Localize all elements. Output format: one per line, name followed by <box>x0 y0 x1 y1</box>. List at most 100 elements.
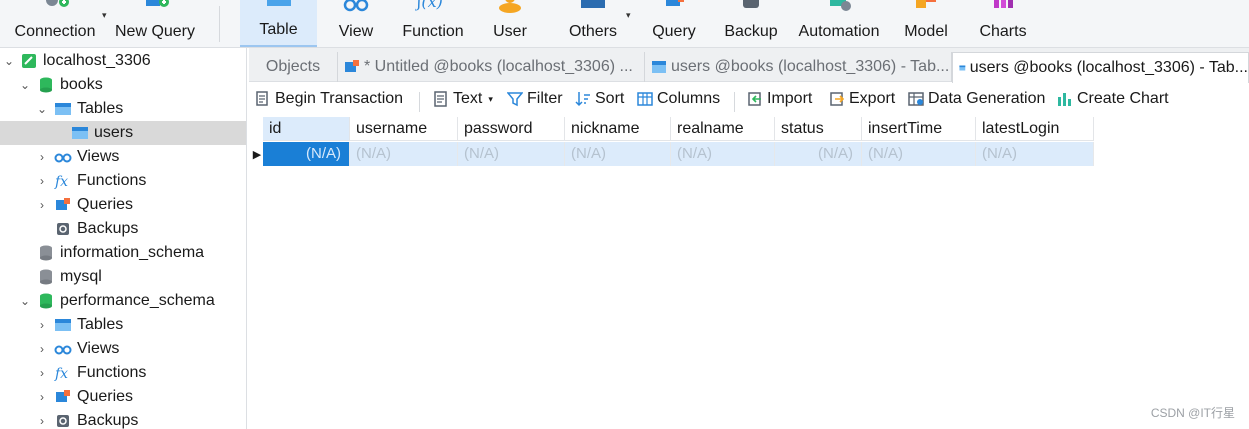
chevron-down-icon[interactable]: ⌄ <box>19 294 31 308</box>
model-label: Model <box>904 23 948 40</box>
begin-transaction-button[interactable]: Begin Transaction <box>255 90 403 108</box>
svg-text:fx: fx <box>54 366 68 381</box>
tab-users-table-1[interactable]: users @books (localhost_3306) - Tab... <box>645 52 952 82</box>
column-header-status[interactable]: status <box>775 117 862 141</box>
view-button[interactable]: View <box>328 0 384 47</box>
tree-item-label: localhost_3306 <box>43 52 151 69</box>
others-dropdown-icon[interactable]: ▾ <box>626 10 631 21</box>
chevron-right-icon[interactable]: › <box>36 198 48 212</box>
chevron-right-icon[interactable]: › <box>36 342 48 356</box>
import-button[interactable]: Import <box>747 90 812 108</box>
tree-item-queries[interactable]: › Queries <box>0 385 246 409</box>
tree-item-database[interactable]: ⌄ books <box>0 73 246 97</box>
table-cell[interactable]: (N/A) <box>565 142 671 166</box>
tab-label: users @books (localhost_3306) - Tab... <box>969 59 1248 76</box>
others-button[interactable]: Others <box>566 0 620 47</box>
column-header-username[interactable]: username <box>350 117 458 141</box>
tree-item-label: Backups <box>77 220 139 237</box>
text-button[interactable]: Text ▾ <box>433 90 493 108</box>
table-cell[interactable]: (N/A) <box>976 142 1094 166</box>
backup-button[interactable]: Backup <box>722 0 780 47</box>
export-button[interactable]: Export <box>829 90 895 108</box>
tree-item-table-users[interactable]: users <box>0 121 246 145</box>
data-generation-icon <box>908 92 924 106</box>
tree-item-views[interactable]: › Views <box>0 145 246 169</box>
charts-button[interactable]: Charts <box>976 0 1030 47</box>
tree-item-tables[interactable]: › Tables <box>0 313 246 337</box>
automation-button[interactable]: Automation <box>794 0 884 47</box>
tree-item-label: performance_schema <box>60 292 215 309</box>
database-icon <box>37 292 55 310</box>
connection-button[interactable]: Connection <box>10 0 100 47</box>
begin-transaction-label: Begin Transaction <box>275 90 404 107</box>
table-cell[interactable]: (N/A) <box>862 142 976 166</box>
column-header-id[interactable]: id <box>263 117 350 141</box>
filter-label: Filter <box>527 90 563 107</box>
column-header-latestlogin[interactable]: latestLogin <box>976 117 1094 141</box>
view-icon <box>343 0 369 12</box>
tree-item-tables[interactable]: ⌄ Tables <box>0 97 246 121</box>
create-chart-label: Create Chart <box>1077 90 1169 107</box>
tree-item-database[interactable]: mysql <box>0 265 246 289</box>
chevron-right-icon[interactable]: › <box>36 390 48 404</box>
table-cell[interactable]: (N/A) <box>775 142 862 166</box>
export-label: Export <box>849 90 896 107</box>
data-generation-label: Data Generation <box>928 90 1046 107</box>
tab-untitled-query[interactable]: * Untitled @books (localhost_3306) ... <box>338 52 645 82</box>
chevron-down-icon[interactable]: ⌄ <box>36 102 48 116</box>
import-label: Import <box>767 90 813 107</box>
chevron-right-icon[interactable]: › <box>36 414 48 428</box>
tree-item-functions[interactable]: › fx Functions <box>0 361 246 385</box>
table-toolbar: Begin Transaction Text ▾ Filter Sort Col… <box>249 86 1249 116</box>
transaction-icon <box>256 91 268 106</box>
column-header-inserttime[interactable]: insertTime <box>862 117 976 141</box>
tree-item-database[interactable]: information_schema <box>0 241 246 265</box>
tree-item-queries[interactable]: › Queries <box>0 193 246 217</box>
table-cell[interactable]: (N/A) <box>458 142 565 166</box>
function-button[interactable]: ʃ(x) Function <box>398 0 468 47</box>
function-label: Function <box>402 23 464 40</box>
tree-item-label: Functions <box>77 364 147 381</box>
tree-item-backups[interactable]: › Backups <box>0 409 246 429</box>
connection-dropdown-icon[interactable]: ▾ <box>102 10 107 21</box>
text-dropdown-icon[interactable]: ▾ <box>488 94 493 105</box>
filter-button[interactable]: Filter <box>507 90 563 108</box>
data-generation-button[interactable]: Data Generation <box>908 90 1045 108</box>
sort-button[interactable]: Sort <box>575 90 624 108</box>
chevron-right-icon[interactable]: › <box>36 366 48 380</box>
chevron-down-icon[interactable]: ⌄ <box>3 54 15 68</box>
user-button[interactable]: User <box>488 0 532 47</box>
tree-item-connection[interactable]: ⌄ localhost_3306 <box>0 49 246 73</box>
columns-button[interactable]: Columns <box>637 90 720 108</box>
chevron-right-icon[interactable]: › <box>36 318 48 332</box>
chevron-down-icon[interactable]: ⌄ <box>19 78 31 92</box>
charts-label: Charts <box>979 23 1027 40</box>
table-cell[interactable]: (N/A) <box>671 142 775 166</box>
views-icon <box>54 148 72 166</box>
create-chart-button[interactable]: Create Chart <box>1057 90 1169 108</box>
column-header-realname[interactable]: realname <box>671 117 775 141</box>
tab-label: users @books (localhost_3306) - Tab... <box>671 58 950 75</box>
text-label: Text <box>453 90 483 107</box>
model-button[interactable]: Model <box>900 0 952 47</box>
table-button[interactable]: Table <box>240 0 317 47</box>
tab-objects[interactable]: Objects <box>249 52 338 82</box>
tree-item-database[interactable]: ⌄ performance_schema <box>0 289 246 313</box>
table-cell[interactable]: (N/A) <box>263 142 350 166</box>
query-button[interactable]: Query <box>648 0 700 47</box>
tree-item-label: Queries <box>77 196 134 213</box>
tab-users-table-2[interactable]: users @books (localhost_3306) - Tab... <box>952 52 1249 83</box>
table-cell[interactable]: (N/A) <box>350 142 458 166</box>
user-label: User <box>493 23 527 40</box>
tree-item-functions[interactable]: › fx Functions <box>0 169 246 193</box>
tree-item-backups[interactable]: Backups <box>0 217 246 241</box>
tree-item-views[interactable]: › Views <box>0 337 246 361</box>
svg-text:ʃ(x): ʃ(x) <box>415 0 443 11</box>
tree-item-label: information_schema <box>60 244 205 261</box>
chevron-right-icon[interactable]: › <box>36 174 48 188</box>
backup-label: Backup <box>724 23 778 40</box>
column-header-password[interactable]: password <box>458 117 565 141</box>
new-query-button[interactable]: New Query <box>112 0 198 47</box>
column-header-nickname[interactable]: nickname <box>565 117 671 141</box>
chevron-right-icon[interactable]: › <box>36 150 48 164</box>
